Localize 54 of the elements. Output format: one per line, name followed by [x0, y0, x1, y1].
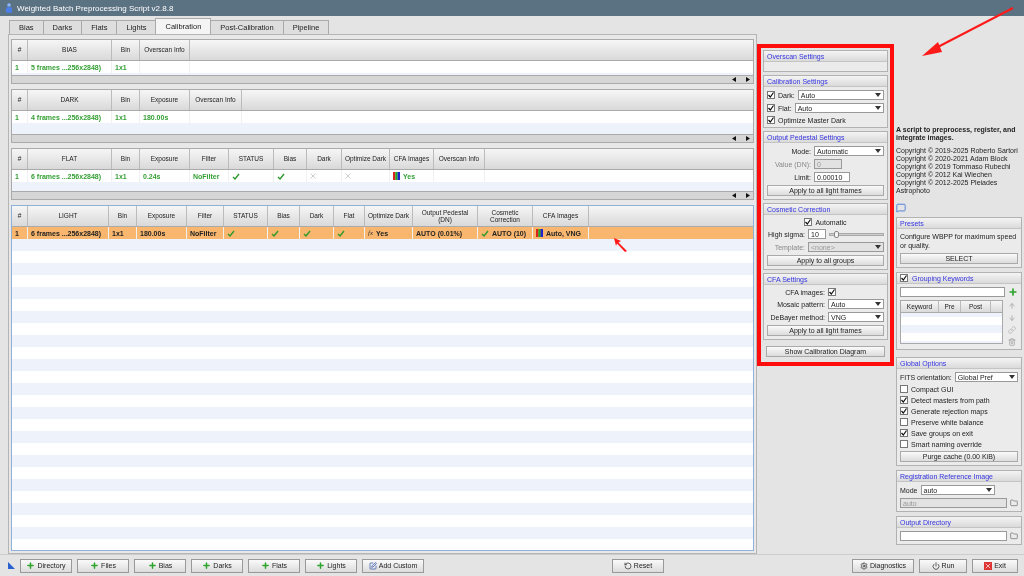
- cursor-icon: [613, 237, 629, 253]
- plus-icon: [147, 561, 157, 570]
- plus-icon[interactable]: [1008, 287, 1018, 298]
- checkbox[interactable]: [900, 396, 908, 405]
- check-icon: [271, 229, 279, 237]
- dropdown-caret-icon: [875, 302, 881, 306]
- checkbox[interactable]: [900, 440, 908, 449]
- dropdown-caret-icon: [985, 488, 992, 493]
- plus-icon: [202, 561, 212, 570]
- settings-icon: [859, 561, 868, 570]
- power-icon: [931, 561, 940, 570]
- scroll-arrows-icon[interactable]: [732, 136, 750, 141]
- checkbox[interactable]: [900, 407, 908, 416]
- slider-thumb[interactable]: [834, 230, 840, 238]
- check-icon: [337, 229, 345, 237]
- checkbox[interactable]: [767, 91, 775, 99]
- logo-icon: [8, 562, 15, 569]
- check-icon: [232, 172, 240, 180]
- input-field[interactable]: [900, 287, 1005, 298]
- checkbox[interactable]: [804, 218, 813, 226]
- checkbox[interactable]: [900, 385, 908, 394]
- slider[interactable]: [829, 232, 884, 236]
- plus-icon: [26, 561, 36, 570]
- dropdown-caret-icon: [875, 149, 881, 153]
- check-icon: [277, 172, 285, 180]
- input-field[interactable]: [900, 531, 1007, 542]
- dropdown-caret-icon: [875, 93, 881, 97]
- check-icon: [303, 229, 311, 237]
- checkbox[interactable]: [828, 288, 836, 296]
- close-icon: [984, 561, 993, 570]
- scroll-arrows-icon[interactable]: [732, 193, 750, 198]
- checkbox[interactable]: [900, 429, 908, 438]
- plus-icon: [316, 561, 326, 570]
- dropdown-caret-icon: [875, 245, 881, 249]
- window-title: Weighted Batch Preprocessing Script v2.8.8: [17, 3, 174, 13]
- cross-icon: [310, 173, 316, 179]
- dropdown-caret-icon: [875, 106, 881, 110]
- reset-icon: [623, 561, 632, 570]
- checkbox[interactable]: [900, 418, 908, 427]
- dropdown-caret-icon: [875, 315, 881, 319]
- edit-icon: [368, 561, 377, 570]
- checkbox[interactable]: [767, 104, 775, 112]
- cross-icon: [345, 173, 351, 179]
- check-icon: [227, 229, 235, 237]
- plus-icon: [90, 561, 100, 570]
- scroll-arrows-icon[interactable]: [732, 77, 750, 82]
- app-icon: [5, 3, 13, 13]
- checkbox[interactable]: [767, 116, 775, 124]
- check-icon: [481, 229, 489, 237]
- plus-icon: [260, 561, 270, 570]
- color-filter-icon: [536, 229, 543, 237]
- checkbox[interactable]: [900, 274, 908, 283]
- dropdown-caret-icon: [1009, 375, 1015, 380]
- color-filter-icon: [393, 172, 400, 180]
